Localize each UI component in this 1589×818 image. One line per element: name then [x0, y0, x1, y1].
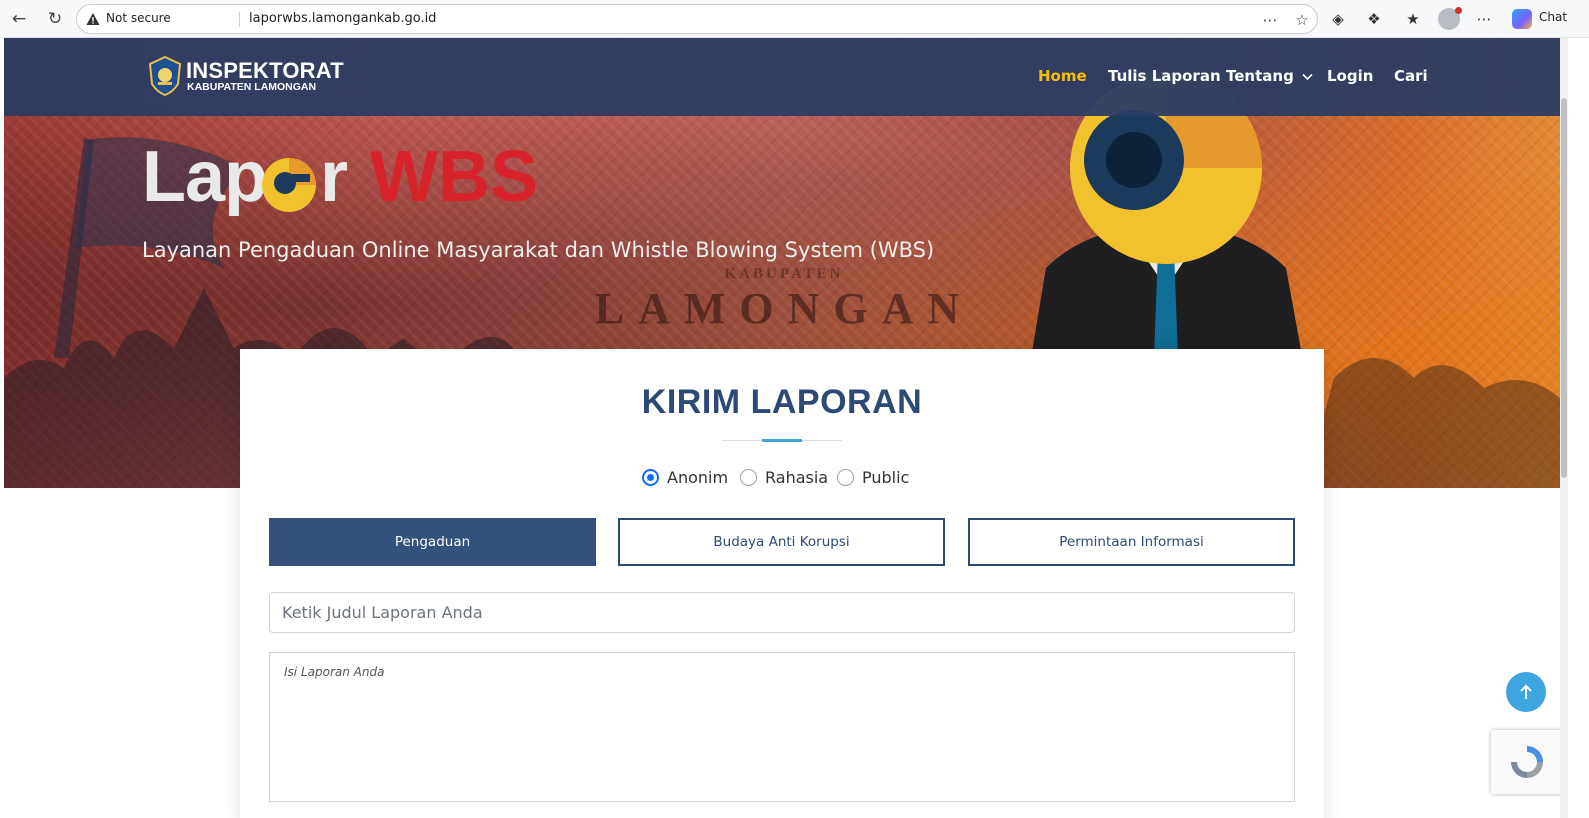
nav-tentang-label: Tentang [1226, 67, 1294, 85]
category-pengaduan-button[interactable]: Pengaduan [269, 518, 596, 566]
radio-rahasia-label[interactable]: Rahasia [765, 468, 828, 487]
page-viewport: KABUPATEN LAMONGAN INSPEKTORAT KABUPATEN… [4, 38, 1560, 818]
separator [239, 12, 240, 27]
nav-tentang[interactable]: Tentang [1226, 67, 1313, 85]
profile-avatar[interactable] [1438, 7, 1462, 30]
scroll-to-top-button[interactable] [1506, 672, 1546, 712]
banner-lamongan-text: LAMONGAN [594, 284, 974, 333]
mascot-figure-image [1026, 72, 1308, 388]
nav-home[interactable]: Home [1038, 67, 1087, 85]
site-navbar: INSPEKTORAT KABUPATEN LAMONGAN Home Tuli… [4, 38, 1560, 116]
warning-icon[interactable] [86, 12, 100, 26]
favorite-star-icon[interactable]: ☆ [1292, 10, 1312, 30]
chevron-down-icon [1302, 73, 1313, 81]
nav-cari[interactable]: Cari [1394, 67, 1428, 85]
hero-tagline: Layanan Pengaduan Online Masyarakat dan … [142, 238, 935, 262]
favorites-list-icon[interactable]: ★ [1402, 8, 1424, 30]
logo-lap-text: Lap [142, 137, 268, 217]
nav-tulis-laporan[interactable]: Tulis Laporan [1108, 67, 1221, 85]
address-bar[interactable]: Not secure laporwbs.lamongankab.go.id ⋯ … [76, 4, 1318, 34]
radio-rahasia-indicator[interactable] [740, 469, 757, 486]
page-scrollbar[interactable] [1560, 38, 1568, 818]
logo-r-text: r [320, 137, 348, 217]
report-title-input[interactable] [269, 592, 1295, 633]
report-form-card: KIRIM LAPORAN Anonim Rahasia Public Peng… [240, 349, 1324, 818]
category-permintaan-informasi-button[interactable]: Permintaan Informasi [968, 518, 1295, 566]
radio-anonim-label[interactable]: Anonim [667, 468, 728, 487]
logo-wbs-text: WBS [370, 137, 538, 217]
nav-login[interactable]: Login [1327, 67, 1373, 85]
banner-kabupaten-text: KABUPATEN [724, 266, 844, 282]
arrow-up-icon [1520, 684, 1532, 699]
page-info-icon[interactable]: ⋯ [1260, 10, 1280, 30]
lamongan-emblem-icon [148, 56, 182, 96]
category-budaya-anti-korupsi-button[interactable]: Budaya Anti Korupsi [618, 518, 945, 566]
lapor-wbs-logo: Lap r WBS [142, 136, 538, 217]
form-title: KIRIM LAPORAN [641, 383, 923, 421]
reload-icon[interactable]: ↻ [44, 8, 66, 30]
not-secure-label[interactable]: Not secure [106, 11, 171, 25]
radio-anonim-indicator[interactable] [642, 469, 659, 486]
report-body-textarea[interactable] [269, 652, 1295, 802]
chat-label: Chat [1539, 10, 1568, 24]
radio-public-indicator[interactable] [837, 469, 854, 486]
logo-eye-icon [262, 158, 316, 212]
more-menu-icon[interactable]: ⋯ [1473, 8, 1495, 30]
extension-icon[interactable]: ◈ [1327, 8, 1349, 30]
scrollbar-thumb[interactable] [1561, 98, 1567, 478]
recaptcha-badge[interactable] [1491, 730, 1560, 794]
extensions-puzzle-icon[interactable]: ❖ [1363, 8, 1385, 30]
back-arrow-icon[interactable]: ← [8, 8, 30, 30]
url-text[interactable]: laporwbs.lamongankab.go.id [249, 11, 436, 26]
brand-subtitle: KABUPATEN LAMONGAN [187, 81, 317, 93]
title-divider [722, 439, 842, 442]
recaptcha-icon [1511, 746, 1543, 778]
title-divider-accent [762, 439, 802, 442]
radio-public-label[interactable]: Public [862, 468, 909, 487]
copilot-icon [1512, 9, 1532, 29]
browser-toolbar: ← ↻ Not secure laporwbs.lamongankab.go.i… [0, 0, 1589, 38]
